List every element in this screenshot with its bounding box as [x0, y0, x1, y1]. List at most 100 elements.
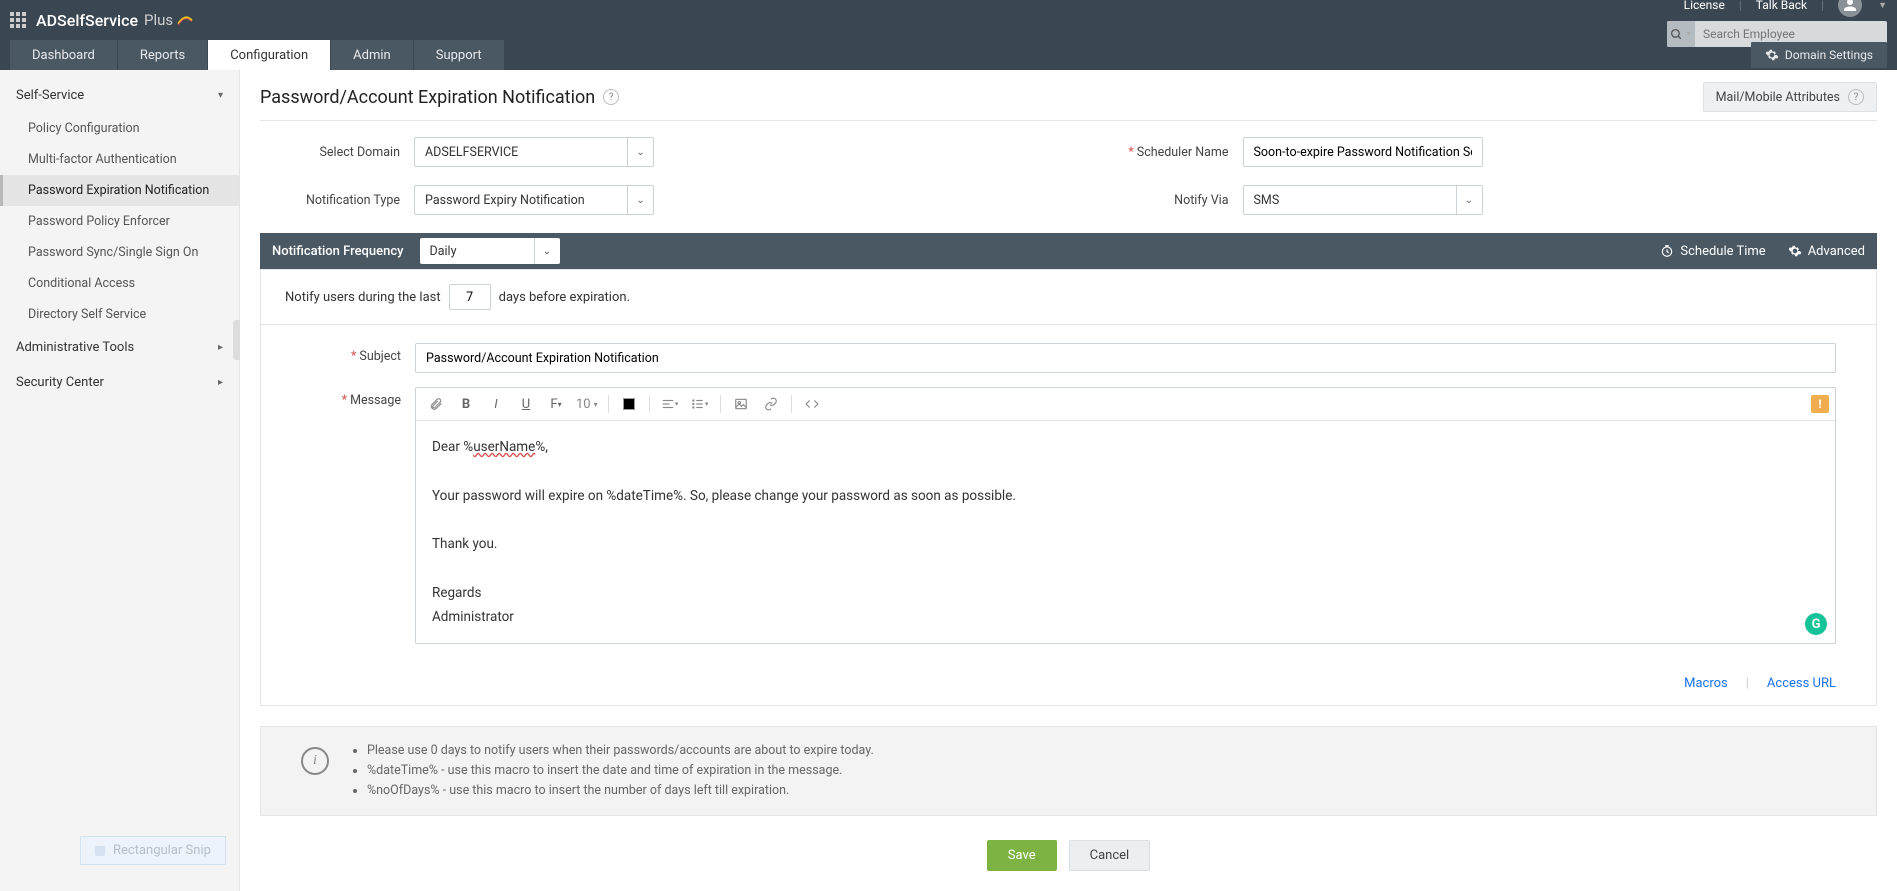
search-input[interactable] — [1695, 27, 1887, 41]
notify-via-dropdown[interactable]: SMS ⌄ — [1243, 185, 1483, 215]
tab-dashboard[interactable]: Dashboard — [10, 40, 118, 70]
schedule-time-button[interactable]: Schedule Time — [1660, 244, 1765, 259]
clock-icon — [1660, 244, 1674, 258]
font-size-value: 10 — [576, 397, 591, 412]
tab-support[interactable]: Support — [414, 40, 505, 70]
toolbar-separator — [720, 395, 721, 413]
font-size-select[interactable]: 10▾ — [572, 397, 602, 412]
attachment-icon[interactable] — [422, 392, 450, 416]
gear-icon — [1788, 244, 1802, 258]
info-item: Please use 0 days to notify users when t… — [367, 741, 874, 761]
schedule-time-label: Schedule Time — [1680, 244, 1765, 259]
subject-input[interactable] — [415, 343, 1836, 373]
select-domain-dropdown[interactable]: ADSELFSERVICE ⌄ — [414, 137, 654, 167]
chevron-down-icon: ⌄ — [627, 138, 653, 166]
tab-admin[interactable]: Admin — [331, 40, 414, 70]
sidebar-item-conditional-access[interactable]: Conditional Access — [0, 268, 239, 299]
access-url-link[interactable]: Access URL — [1767, 676, 1836, 691]
underline-icon[interactable]: U — [512, 392, 540, 416]
body-line-3: Thank you. — [432, 532, 1819, 556]
chevron-down-icon: ⌄ — [627, 186, 653, 214]
domain-settings-button[interactable]: Domain Settings — [1751, 42, 1887, 68]
grammarly-icon[interactable]: G — [1805, 613, 1827, 635]
sidebar-section-label: Self-Service — [16, 88, 84, 103]
info-box: i Please use 0 days to notify users when… — [260, 726, 1877, 816]
search-caret-icon: ▼ — [1685, 30, 1692, 38]
notify-days-input[interactable] — [449, 284, 491, 310]
sidebar-item-directory-self-service[interactable]: Directory Self Service — [0, 299, 239, 330]
font-family-icon[interactable]: F▾ — [542, 392, 570, 416]
toolbar-separator — [791, 395, 792, 413]
bold-icon[interactable]: B — [452, 392, 480, 416]
page-title: Password/Account Expiration Notification — [260, 87, 595, 108]
person-icon — [1841, 0, 1859, 14]
mail-mobile-attributes-button[interactable]: Mail/Mobile Attributes ? — [1703, 82, 1877, 112]
scheduler-name-input[interactable] — [1243, 137, 1483, 167]
cancel-button[interactable]: Cancel — [1069, 840, 1151, 871]
row-notification-type: Notification Type Password Expiry Notifi… — [260, 185, 1049, 215]
search-button[interactable]: ▼ — [1667, 21, 1695, 47]
image-icon[interactable] — [727, 392, 755, 416]
notification-panel: Notify users during the last days before… — [260, 269, 1877, 706]
frequency-label: Notification Frequency — [272, 244, 404, 259]
body-line-5: Administrator — [432, 605, 1819, 629]
frequency-left: Notification Frequency Daily ⌄ — [272, 238, 560, 264]
macros-link[interactable]: Macros — [1684, 676, 1728, 691]
user-avatar[interactable] — [1838, 0, 1862, 17]
text-color-icon[interactable] — [615, 392, 643, 416]
warning-icon[interactable]: ! — [1811, 395, 1829, 413]
topbar-links: License | Talk Back | ▼ — [1684, 0, 1887, 17]
sidebar-item-policy-configuration[interactable]: Policy Configuration — [0, 113, 239, 144]
license-link[interactable]: License — [1684, 0, 1725, 12]
row-select-domain: Select Domain ADSELFSERVICE ⌄ — [260, 137, 1049, 167]
sidebar-item-password-policy[interactable]: Password Policy Enforcer — [0, 206, 239, 237]
chevron-right-icon: ▸ — [218, 342, 223, 353]
tab-reports[interactable]: Reports — [118, 40, 208, 70]
notify-prefix: Notify users during the last — [285, 290, 441, 305]
advanced-button[interactable]: Advanced — [1788, 244, 1865, 259]
save-button[interactable]: Save — [987, 840, 1057, 871]
align-icon[interactable]: ▾ — [656, 392, 684, 416]
subject-label: *Subject — [301, 343, 401, 364]
gear-icon — [1765, 48, 1779, 62]
divider: | — [1821, 0, 1824, 12]
list-icon[interactable]: ▾ — [686, 392, 714, 416]
editor-toolbar: B I U F▾ 10▾ ▾ — [416, 388, 1835, 421]
tab-configuration[interactable]: Configuration — [208, 40, 331, 70]
message-label: *Message — [301, 387, 401, 408]
link-icon[interactable] — [757, 392, 785, 416]
sidebar-item-password-sync[interactable]: Password Sync/Single Sign On — [0, 237, 239, 268]
brand-logo: ADSelfService Plus — [36, 11, 193, 30]
help-icon[interactable]: ? — [1848, 89, 1864, 105]
sidebar-item-password-expiration[interactable]: Password Expiration Notification — [0, 175, 239, 206]
toolbar-separator — [608, 395, 609, 413]
frequency-value: Daily — [420, 238, 534, 264]
message-editor: B I U F▾ 10▾ ▾ — [415, 387, 1836, 644]
notify-via-value: SMS — [1244, 186, 1456, 214]
sidebar-section-self-service[interactable]: Self-Service ▾ — [0, 78, 239, 113]
compose-area: *Subject *Message B I U F▾ — [261, 325, 1876, 676]
info-icon: i — [301, 747, 329, 775]
frequency-dropdown[interactable]: Daily ⌄ — [420, 238, 560, 264]
code-icon[interactable] — [798, 392, 826, 416]
notification-type-dropdown[interactable]: Password Expiry Notification ⌄ — [414, 185, 654, 215]
select-domain-label: Select Domain — [260, 145, 400, 160]
divider: | — [1739, 0, 1742, 12]
snip-label: Rectangular Snip — [113, 843, 211, 858]
sidebar-section-admin-tools[interactable]: Administrative Tools ▸ — [0, 330, 239, 365]
logo-swoosh-icon — [177, 12, 193, 28]
brand-main: ADSelfService — [36, 11, 138, 30]
topbar: ADSelfService Plus License | Talk Back |… — [0, 0, 1897, 40]
editor-body[interactable]: Dear %userName%, Your password will expi… — [416, 421, 1835, 643]
help-icon[interactable]: ? — [603, 89, 619, 105]
sidebar-item-mfa[interactable]: Multi-factor Authentication — [0, 144, 239, 175]
notify-days-row: Notify users during the last days before… — [261, 270, 1876, 325]
sidebar-section-security-center[interactable]: Security Center ▸ — [0, 365, 239, 400]
italic-icon[interactable]: I — [482, 392, 510, 416]
sidebar-section-label: Administrative Tools — [16, 340, 134, 355]
topbar-right: License | Talk Back | ▼ ▼ — [1667, 0, 1887, 47]
caret-down-icon[interactable]: ▼ — [1878, 0, 1887, 11]
notification-type-value: Password Expiry Notification — [415, 186, 627, 214]
apps-grid-icon[interactable] — [10, 12, 26, 28]
talkback-link[interactable]: Talk Back — [1756, 0, 1807, 12]
